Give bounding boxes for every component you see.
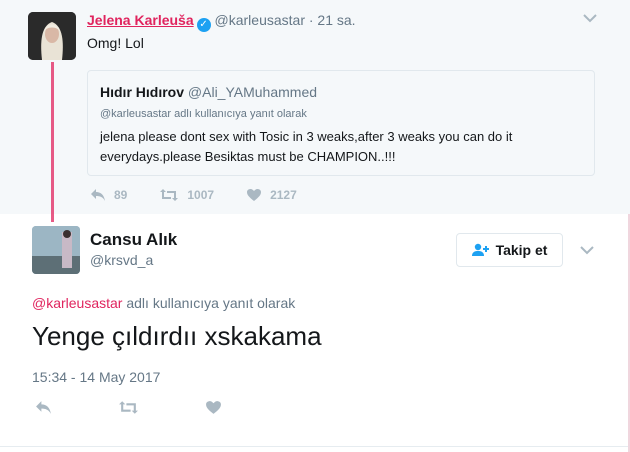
reply-count: 89: [114, 188, 128, 202]
reply-icon: [91, 189, 105, 201]
username[interactable]: @krsvd_a: [90, 252, 153, 268]
avatar[interactable]: [28, 12, 76, 60]
avatar[interactable]: [32, 226, 80, 274]
tweet-timestamp[interactable]: 15:34 - 14 May 2017: [32, 369, 160, 385]
reply-icon: [36, 401, 51, 414]
follow-button[interactable]: Takip et: [456, 233, 563, 267]
chevron-down-icon[interactable]: [583, 10, 597, 28]
reply-tweet-actions: [35, 400, 262, 415]
retweet-count: 1007: [187, 188, 215, 202]
follow-button-label: Takip et: [495, 242, 548, 258]
quoted-tweet[interactable]: Hıdır Hıdırov @Ali_YAMuhammed @karleusas…: [87, 70, 595, 176]
quoted-tweet-header: Hıdır Hıdırov @Ali_YAMuhammed: [100, 84, 317, 100]
reply-context: @karleusastar adlı kullanıcıya yanıt ola…: [32, 295, 295, 311]
like-button[interactable]: 2127: [246, 188, 297, 202]
heart-icon: [247, 189, 262, 201]
mention-link[interactable]: @karleusastar: [32, 295, 122, 311]
parent-tweet-actions: 89 1007 2127: [90, 188, 329, 202]
tweet-text: Omg! Lol: [87, 35, 144, 51]
tweet-time[interactable]: · 21 sa.: [309, 12, 356, 28]
verified-badge-icon: ✓: [196, 18, 211, 32]
retweet-icon: [119, 401, 138, 414]
add-user-icon: [471, 243, 489, 256]
reply-button[interactable]: [35, 400, 60, 415]
reply-button[interactable]: 89: [90, 188, 127, 202]
heart-icon: [206, 401, 221, 414]
display-name[interactable]: Cansu Alık: [90, 230, 177, 250]
divider: [0, 446, 630, 447]
quoted-reply-context: @karleusastar adlı kullanıcıya yanıt ola…: [100, 108, 307, 120]
chevron-down-icon[interactable]: [580, 242, 594, 260]
quoted-display-name: Hıdır Hıdırov: [100, 84, 185, 100]
retweet-button[interactable]: [118, 400, 147, 415]
retweet-icon: [160, 189, 179, 201]
conversation-thread-line: [51, 62, 54, 222]
reply-context-suffix: adlı kullanıcıya yanıt olarak: [122, 295, 296, 311]
username[interactable]: @karleusastar: [215, 12, 305, 28]
display-name[interactable]: Jelena Karleuša: [87, 12, 194, 28]
retweet-button[interactable]: 1007: [159, 188, 214, 202]
quoted-tweet-text: jelena please dont sex with Tosic in 3 w…: [100, 129, 513, 164]
tweet-text: Yenge çıldırdıı xskakama: [32, 321, 322, 351]
quoted-username: @Ali_YAMuhammed: [187, 84, 318, 100]
like-button[interactable]: [205, 400, 230, 415]
like-count: 2127: [270, 188, 297, 202]
parent-tweet-header: Jelena Karleuša ✓ @karleusastar · 21 sa.: [87, 12, 356, 32]
